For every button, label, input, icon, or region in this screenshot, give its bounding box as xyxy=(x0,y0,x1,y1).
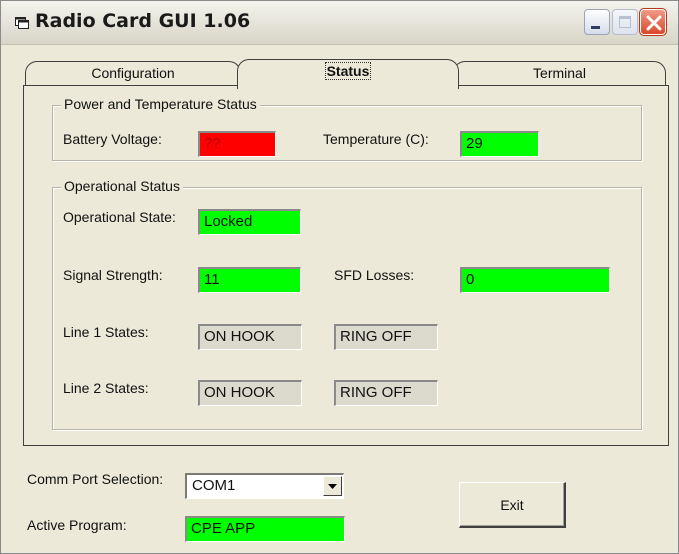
sfd-losses-label: SFD Losses: xyxy=(334,267,415,283)
exit-button[interactable]: Exit xyxy=(459,482,566,528)
line2-hook-field: ON HOOK xyxy=(198,380,302,406)
exit-button-label: Exit xyxy=(500,497,524,513)
operational-group-title: Operational Status xyxy=(61,178,183,194)
active-program-field: CPE APP xyxy=(185,516,345,542)
line1-ring-field: RING OFF xyxy=(334,324,438,350)
battery-voltage-field: ?? xyxy=(198,131,276,157)
title-bar[interactable]: Radio Card GUI 1.06 xyxy=(1,1,678,45)
battery-voltage-label: Battery Voltage: xyxy=(63,131,162,147)
tab-configuration[interactable]: Configuration xyxy=(25,61,241,85)
tab-configuration-label: Configuration xyxy=(91,65,175,81)
sfd-losses-field: 0 xyxy=(460,267,610,293)
close-button[interactable] xyxy=(639,8,667,36)
active-program-label: Active Program: xyxy=(27,517,127,533)
power-group-title: Power and Temperature Status xyxy=(61,96,260,112)
window-title: Radio Card GUI 1.06 xyxy=(35,10,251,32)
app-window-icon[interactable] xyxy=(15,16,29,29)
tab-panel-mask xyxy=(238,84,458,87)
temperature-label: Temperature (C): xyxy=(323,131,429,147)
tab-terminal-label: Terminal xyxy=(533,65,586,81)
minimize-button[interactable] xyxy=(584,9,610,35)
comm-port-select[interactable]: COM1 xyxy=(185,473,344,499)
status-tab-panel: Power and Temperature Status Battery Vol… xyxy=(23,85,669,446)
tab-status-label: Status xyxy=(324,62,372,80)
tab-terminal[interactable]: Terminal xyxy=(453,61,666,85)
line2-states-label: Line 2 States: xyxy=(63,380,149,396)
line1-hook-field: ON HOOK xyxy=(198,324,302,350)
operational-status-group: Operational Status Operational State: Lo… xyxy=(52,178,642,430)
comm-port-dropdown-button[interactable] xyxy=(323,476,342,496)
maximize-button[interactable] xyxy=(612,9,638,35)
line1-states-label: Line 1 States: xyxy=(63,324,149,340)
main-window: Radio Card GUI 1.06 Configuration Termin… xyxy=(0,0,679,554)
close-icon xyxy=(646,15,662,31)
comm-port-label: Comm Port Selection: xyxy=(27,471,164,487)
temperature-field: 29 xyxy=(460,131,539,157)
operational-state-label: Operational State: xyxy=(63,209,176,225)
chevron-down-icon xyxy=(328,484,337,489)
line2-ring-field: RING OFF xyxy=(334,380,438,406)
comm-port-value: COM1 xyxy=(192,477,236,494)
signal-strength-field: 11 xyxy=(198,267,301,293)
operational-state-field: Locked xyxy=(198,209,301,235)
signal-strength-label: Signal Strength: xyxy=(63,267,163,283)
power-temperature-group: Power and Temperature Status Battery Vol… xyxy=(52,96,642,161)
